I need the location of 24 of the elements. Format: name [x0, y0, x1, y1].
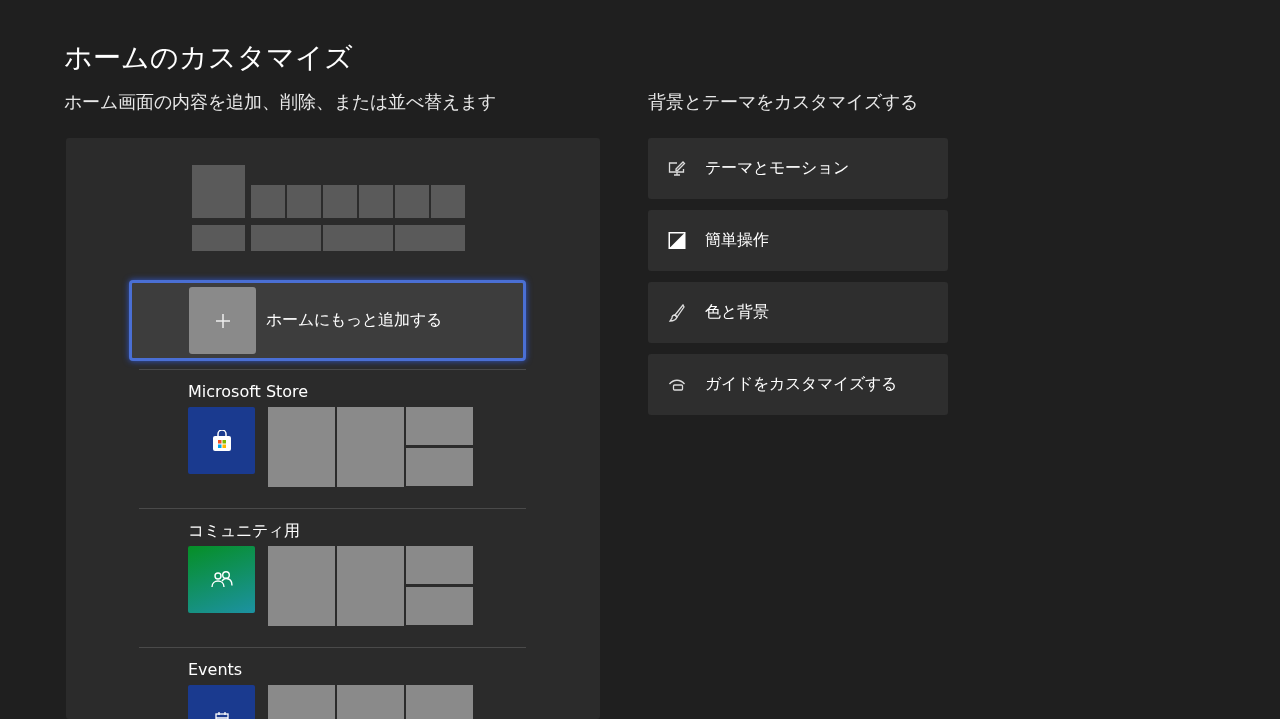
section-heading: 背景とテーマをカスタマイズする: [648, 90, 919, 114]
controller-icon: [668, 378, 686, 391]
settings-option-button[interactable]: テーマとモーション: [648, 138, 948, 199]
app-tile[interactable]: [188, 407, 255, 474]
add-to-home-button[interactable]: ホームにもっと追加する: [129, 280, 526, 361]
people-icon: [209, 569, 234, 590]
monitor-pen-icon: [668, 160, 686, 177]
placeholder-tile: [406, 546, 473, 584]
app-tile[interactable]: [188, 546, 255, 613]
placeholder-tile: [406, 448, 473, 486]
settings-option-button[interactable]: ガイドをカスタマイズする: [648, 354, 948, 415]
section-title: Events: [188, 660, 244, 680]
section-title: Microsoft Store: [188, 382, 310, 402]
placeholder-tile: [406, 587, 473, 625]
settings-option-button[interactable]: 簡単操作: [648, 210, 948, 271]
brush-icon: [668, 303, 686, 322]
page-title: ホームのカスタマイズ: [64, 40, 354, 76]
plus-icon: [189, 287, 256, 354]
shopping-bag-icon: [210, 429, 233, 452]
settings-option-button[interactable]: 色と背景: [648, 282, 948, 343]
page-subtitle: ホーム画面の内容を追加、削除、または並べ替えます: [64, 90, 497, 114]
section-title: コミュニティ用: [188, 521, 301, 541]
placeholder-tile: [406, 407, 473, 445]
contrast-icon: [668, 232, 686, 249]
